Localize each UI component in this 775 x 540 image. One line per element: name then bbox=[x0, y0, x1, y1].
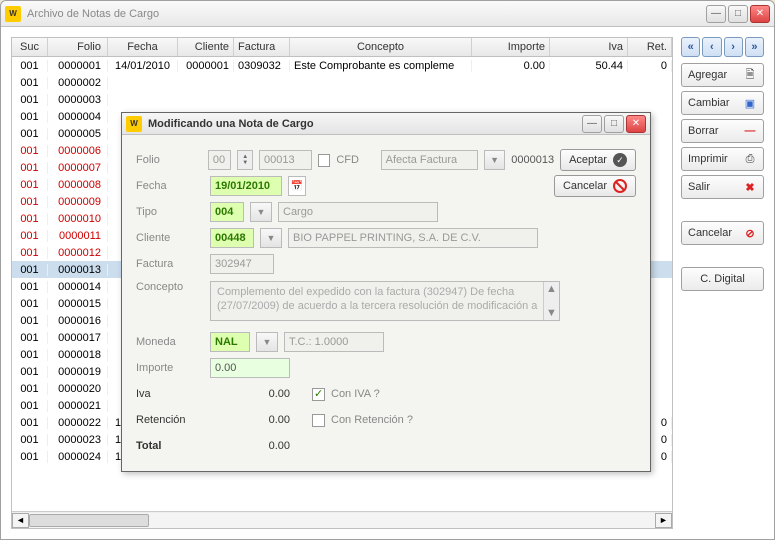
chevron-down-icon[interactable]: ▼ bbox=[260, 228, 282, 248]
sidebar: «‹›» Agregar🗎 Cambiar▣ Borrar— Imprimir⎙… bbox=[681, 37, 764, 529]
borrar-button[interactable]: Borrar— bbox=[681, 119, 764, 143]
moneda-label: Moneda bbox=[136, 336, 204, 348]
nav-prev[interactable]: ‹ bbox=[702, 37, 721, 57]
close-icon: ✖ bbox=[743, 180, 757, 194]
iva-value: 0.00 bbox=[210, 388, 290, 400]
app-icon: W bbox=[5, 6, 21, 22]
factura-input[interactable]: 302947 bbox=[210, 254, 274, 274]
prohibit-icon: ⊘ bbox=[743, 226, 757, 240]
column-header[interactable]: Fecha bbox=[108, 38, 178, 56]
dialog-titlebar: W Modificando una Nota de Cargo — □ ✕ bbox=[122, 113, 650, 135]
main-title: Archivo de Notas de Cargo bbox=[27, 8, 706, 20]
cdigital-button[interactable]: C. Digital bbox=[681, 267, 764, 291]
grid-header: SucFolioFechaClienteFacturaConceptoImpor… bbox=[12, 38, 672, 57]
chevron-down-icon[interactable]: ▼ bbox=[250, 202, 272, 222]
tipo-desc: Cargo bbox=[278, 202, 438, 222]
minus-icon: — bbox=[743, 124, 757, 138]
dialog-maximize-button[interactable]: □ bbox=[604, 115, 624, 133]
dialog-minimize-button[interactable]: — bbox=[582, 115, 602, 133]
minimize-button[interactable]: — bbox=[706, 5, 726, 23]
calendar-icon[interactable]: 📅 bbox=[288, 176, 306, 196]
table-row[interactable]: 0010000002 bbox=[12, 74, 672, 91]
salir-button[interactable]: Salir✖ bbox=[681, 175, 764, 199]
cliente-input[interactable]: 00448 bbox=[210, 228, 254, 248]
column-header[interactable]: Concepto bbox=[290, 38, 472, 56]
imprimir-button[interactable]: Imprimir⎙ bbox=[681, 147, 764, 171]
app-icon: W bbox=[126, 116, 142, 132]
edit-dialog: W Modificando una Nota de Cargo — □ ✕ Fo… bbox=[121, 112, 651, 472]
concepto-label: Concepto bbox=[136, 281, 204, 293]
moneda-input[interactable]: NAL bbox=[210, 332, 250, 352]
column-header[interactable]: Iva bbox=[550, 38, 628, 56]
table-row[interactable]: 001000000114/01/201000000010309032Este C… bbox=[12, 57, 672, 74]
afecta-select[interactable]: Afecta Factura bbox=[381, 150, 478, 170]
nav-next[interactable]: › bbox=[724, 37, 743, 57]
coniva-label: Con IVA ? bbox=[331, 388, 380, 400]
column-header[interactable]: Ret. bbox=[628, 38, 672, 56]
dialog-close-button[interactable]: ✕ bbox=[626, 115, 646, 133]
agregar-button[interactable]: Agregar🗎 bbox=[681, 63, 764, 87]
spin-icon[interactable]: ▲▼ bbox=[237, 150, 253, 170]
retencion-label: Retención bbox=[136, 414, 204, 426]
dialog-title: Modificando una Nota de Cargo bbox=[148, 118, 582, 130]
check-icon: ✓ bbox=[613, 153, 627, 167]
retencion-value: 0.00 bbox=[210, 414, 290, 426]
cancelar-button[interactable]: Cancelar⊘ bbox=[681, 221, 764, 245]
folio-prefix-input[interactable]: 00 bbox=[208, 150, 232, 170]
total-label: Total bbox=[136, 440, 204, 452]
printer-icon: ⎙ bbox=[743, 152, 757, 166]
cfd-label: CFD bbox=[336, 154, 359, 166]
tc-value: T.C.: 1.0000 bbox=[284, 332, 384, 352]
tipo-input[interactable]: 004 bbox=[210, 202, 244, 222]
chevron-down-icon[interactable]: ▼ bbox=[256, 332, 278, 352]
fecha-input[interactable]: 19/01/2010 bbox=[210, 176, 282, 196]
table-row[interactable]: 0010000003 bbox=[12, 91, 672, 108]
chevron-down-icon[interactable]: ▼ bbox=[484, 150, 505, 170]
factura-label: Factura bbox=[136, 258, 204, 270]
tipo-label: Tipo bbox=[136, 206, 204, 218]
column-header[interactable]: Cliente bbox=[178, 38, 234, 56]
horizontal-scrollbar[interactable]: ◄ ► bbox=[12, 511, 672, 528]
prohibit-icon bbox=[613, 179, 627, 193]
aceptar-button[interactable]: Aceptar✓ bbox=[560, 149, 636, 171]
folio-full: 0000013 bbox=[511, 154, 554, 166]
nav-last[interactable]: » bbox=[745, 37, 764, 57]
iva-label: Iva bbox=[136, 388, 204, 400]
cliente-label: Cliente bbox=[136, 232, 204, 244]
nav-first[interactable]: « bbox=[681, 37, 700, 57]
scroll-left-icon[interactable]: ◄ bbox=[12, 513, 29, 528]
image-icon: ▣ bbox=[743, 96, 757, 110]
folio-number-input[interactable]: 00013 bbox=[259, 150, 312, 170]
dialog-cancelar-button[interactable]: Cancelar bbox=[554, 175, 636, 197]
cliente-desc: BIO PAPPEL PRINTING, S.A. DE C.V. bbox=[288, 228, 538, 248]
close-button[interactable]: ✕ bbox=[750, 5, 770, 23]
coniva-checkbox[interactable] bbox=[312, 388, 325, 401]
scroll-thumb[interactable] bbox=[29, 514, 149, 527]
importe-label: Importe bbox=[136, 362, 204, 374]
maximize-button[interactable]: □ bbox=[728, 5, 748, 23]
fecha-label: Fecha bbox=[136, 180, 204, 192]
total-value: 0.00 bbox=[210, 440, 290, 452]
column-header[interactable]: Importe bbox=[472, 38, 550, 56]
cfd-checkbox[interactable] bbox=[318, 154, 331, 167]
concepto-textarea[interactable]: Complemento del expedido con la factura … bbox=[210, 281, 560, 321]
main-window: W Archivo de Notas de Cargo — □ ✕ SucFol… bbox=[0, 0, 775, 540]
column-header[interactable]: Suc bbox=[12, 38, 48, 56]
page-icon: 🗎 bbox=[743, 68, 757, 82]
importe-input[interactable]: 0.00 bbox=[210, 358, 290, 378]
textarea-scrollbar[interactable]: ▲▼ bbox=[543, 282, 559, 320]
conret-checkbox[interactable] bbox=[312, 414, 325, 427]
conret-label: Con Retención ? bbox=[331, 414, 413, 426]
scroll-right-icon[interactable]: ► bbox=[655, 513, 672, 528]
column-header[interactable]: Factura bbox=[234, 38, 290, 56]
column-header[interactable]: Folio bbox=[48, 38, 108, 56]
cambiar-button[interactable]: Cambiar▣ bbox=[681, 91, 764, 115]
folio-label: Folio bbox=[136, 154, 202, 166]
main-titlebar: W Archivo de Notas de Cargo — □ ✕ bbox=[1, 1, 774, 27]
